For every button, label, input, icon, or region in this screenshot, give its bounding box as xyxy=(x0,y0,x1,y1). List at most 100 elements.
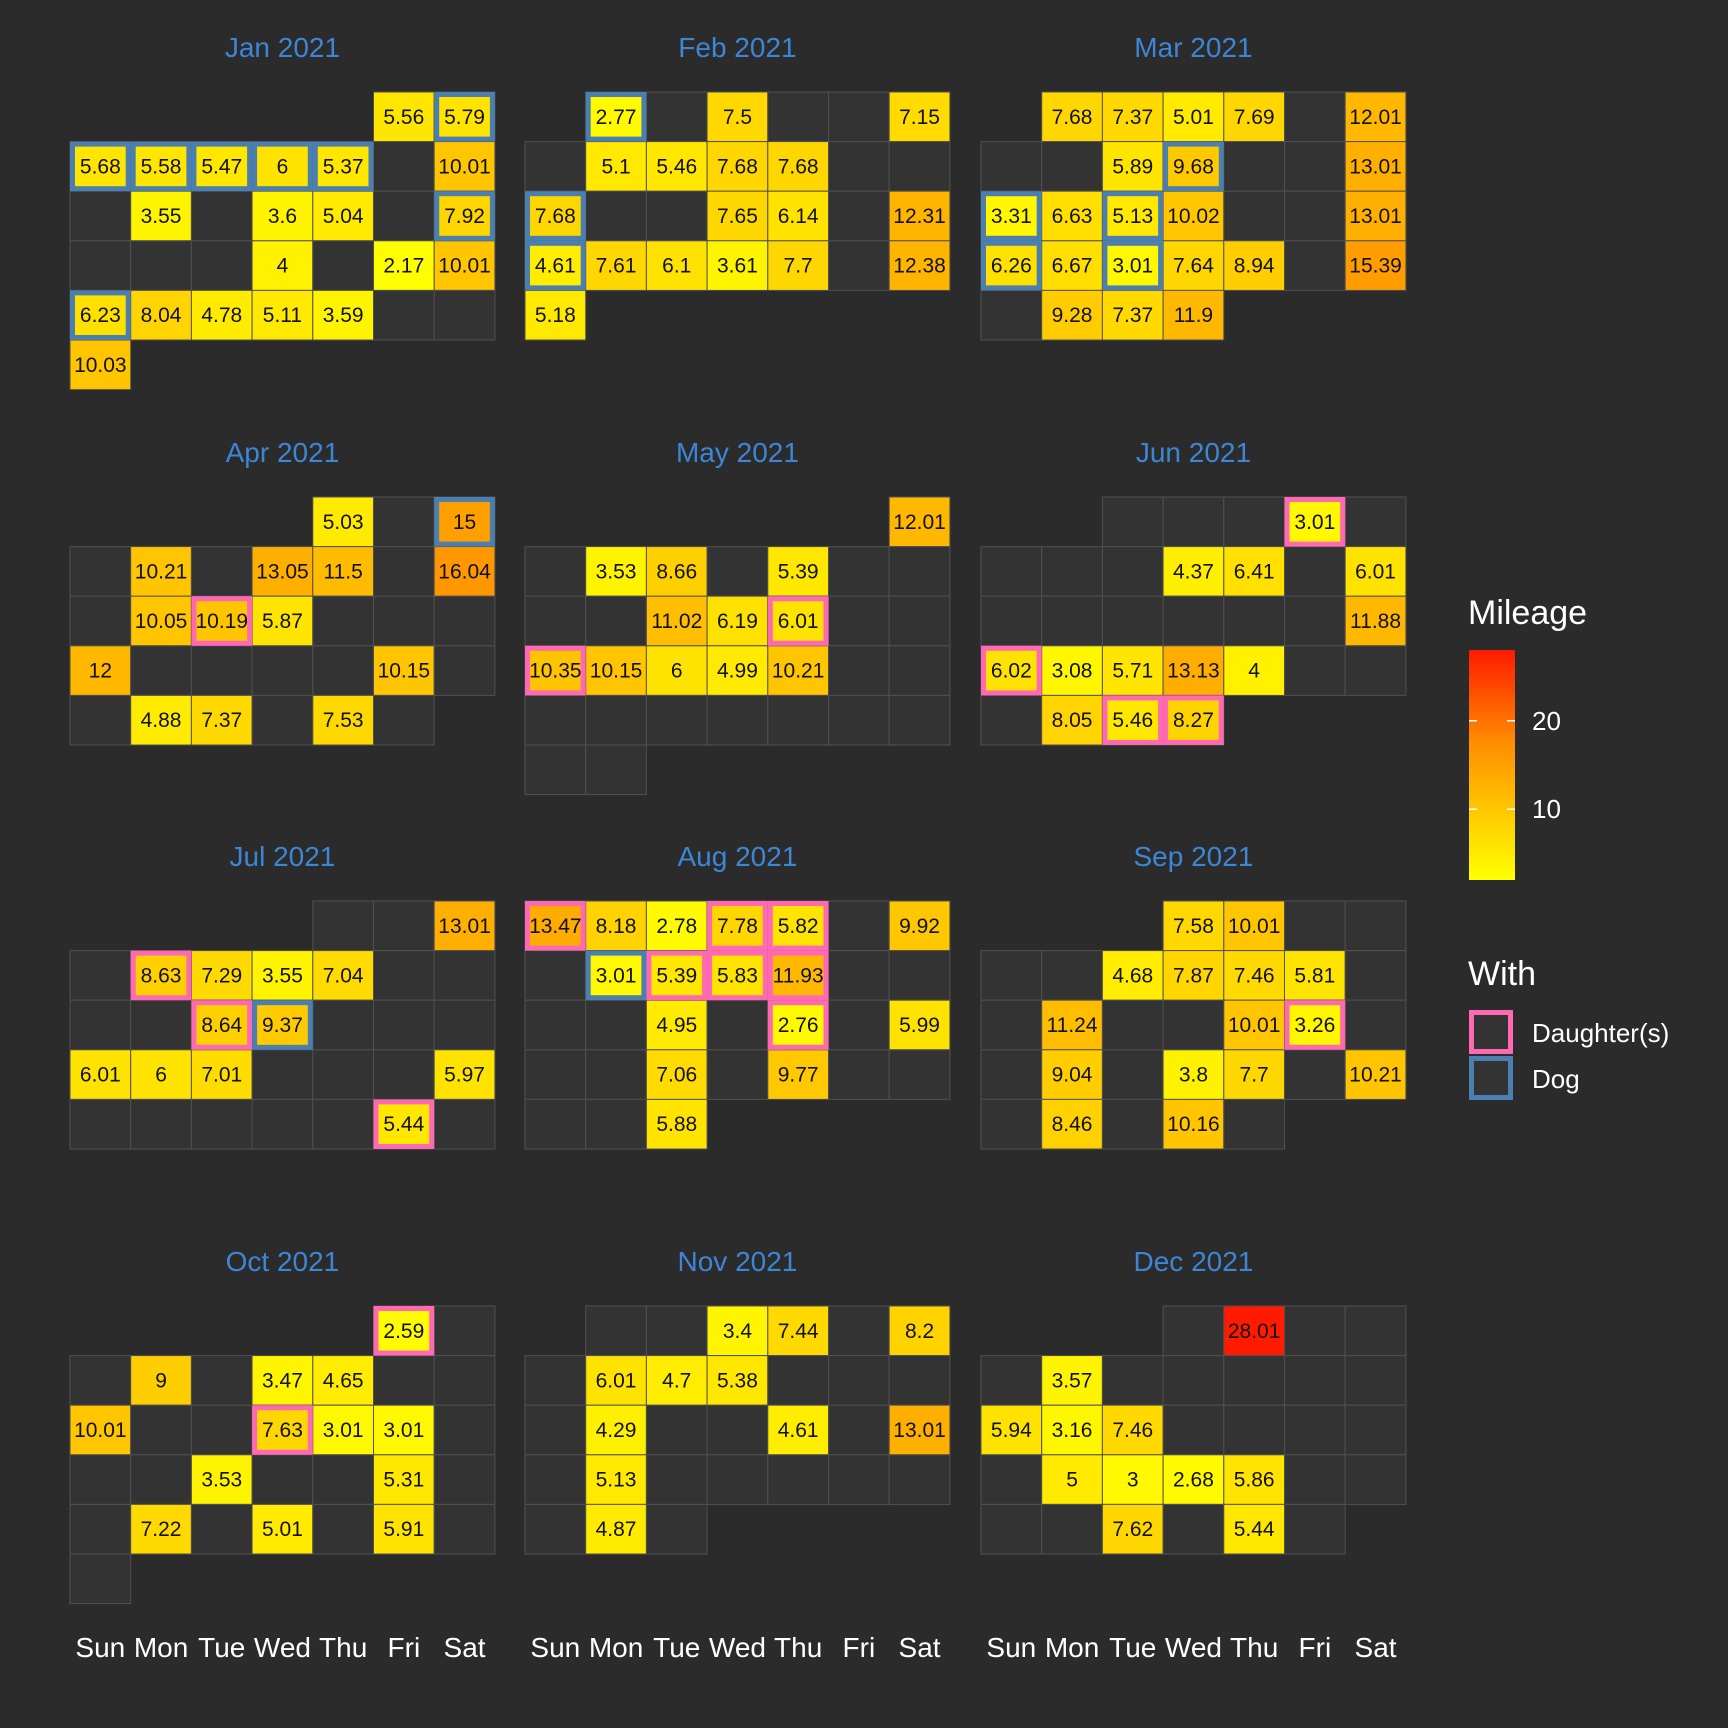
mileage-label: 10.15 xyxy=(378,660,431,683)
day-cell xyxy=(828,999,890,1051)
mileage-label: 13.01 xyxy=(438,915,491,938)
day-cell xyxy=(1101,546,1164,597)
day-cell xyxy=(524,744,587,796)
mileage-label: 7.68 xyxy=(717,155,758,178)
mileage-label: 5.01 xyxy=(262,1518,303,1541)
mileage-label: 3.53 xyxy=(596,560,637,583)
day-cell xyxy=(433,999,496,1051)
mileage-label: 7.7 xyxy=(784,255,813,278)
mileage-label: 5.79 xyxy=(444,106,485,129)
mileage-label: 7.01 xyxy=(201,1064,242,1087)
mileage-label: 7.46 xyxy=(1234,964,1275,987)
mileage-label: 9.77 xyxy=(778,1064,819,1087)
mileage-label: 4.7 xyxy=(662,1369,691,1392)
weekday-label: Sun xyxy=(530,1632,580,1663)
day-cell xyxy=(433,1355,496,1406)
weekday-label: Wed xyxy=(254,1632,311,1663)
mileage-label: 3 xyxy=(1127,1469,1139,1492)
day-cell xyxy=(433,1454,496,1505)
mileage-label: 6.19 xyxy=(717,610,758,633)
mileage-label: 9.92 xyxy=(899,915,940,938)
day-cell xyxy=(706,694,769,746)
day-cell xyxy=(1162,1305,1225,1357)
mileage-label: 10.15 xyxy=(590,660,643,683)
day-cell xyxy=(980,546,1043,597)
mileage-label: 6.01 xyxy=(1355,560,1396,583)
weekday-label: Tue xyxy=(653,1632,700,1663)
mileage-label: 2.68 xyxy=(1173,1469,1214,1492)
day-cell xyxy=(69,1503,132,1555)
day-cell xyxy=(828,694,890,746)
day-cell xyxy=(524,1355,587,1406)
day-cell xyxy=(373,546,435,597)
mileage-label: 7.22 xyxy=(141,1518,182,1541)
mileage-label: 7.61 xyxy=(596,255,637,278)
month-panel: May 2021 12.01 3.53 8.66 5.39 11.02 6.19 6.01 10… xyxy=(524,437,951,796)
mileage-label: 5.44 xyxy=(1234,1518,1275,1541)
day-cell xyxy=(980,1098,1043,1150)
day-cell xyxy=(190,546,253,597)
mileage-label: 8.18 xyxy=(596,915,637,938)
day-cell xyxy=(69,1553,132,1605)
day-cell xyxy=(706,999,769,1051)
mileage-label: 13.01 xyxy=(893,1419,946,1442)
mileage-label: 3.01 xyxy=(1112,255,1153,278)
weekday-label: Fri xyxy=(388,1632,421,1663)
month-panel: Jan 2021 5.56 5.79 5.68 5.58 5.47 6 5.37 10.01 3.… xyxy=(69,32,496,391)
day-cell xyxy=(373,999,435,1051)
mileage-label: 11.5 xyxy=(323,560,362,583)
mileage-label: 7.65 xyxy=(717,205,758,228)
mileage-label: 9 xyxy=(155,1369,167,1392)
day-cell xyxy=(645,694,708,746)
mileage-label: 7.68 xyxy=(778,155,819,178)
mileage-label: 5.82 xyxy=(778,915,819,938)
mileage-label: 8.46 xyxy=(1052,1113,1093,1136)
month-panel: Jun 2021 3.01 4.37 6.41 6.01 11.88 6.02 3.08 5.7… xyxy=(980,437,1407,746)
mileage-label: 6.01 xyxy=(80,1064,121,1087)
mileage-label: 2.76 xyxy=(778,1014,819,1037)
month-title: Jun 2021 xyxy=(1136,437,1251,468)
day-cell xyxy=(1101,999,1164,1051)
mileage-label: 6.41 xyxy=(1234,560,1275,583)
day-cell xyxy=(69,1454,132,1505)
mileage-label: 6 xyxy=(155,1064,167,1087)
day-cell xyxy=(130,1098,192,1150)
weekday-label: Mon xyxy=(589,1632,643,1663)
day-cell xyxy=(251,694,314,746)
month-panel: Dec 2021 28.01 3.57 5.94 3.16 7.46 5 3 2.68 5.86 7… xyxy=(980,1246,1407,1555)
mileage-label: 5.86 xyxy=(1234,1469,1275,1492)
day-cell xyxy=(524,1454,587,1505)
mileage-label: 4.87 xyxy=(596,1518,637,1541)
day-cell xyxy=(828,141,890,192)
legend-entry-label: Dog xyxy=(1532,1064,1580,1094)
day-cell xyxy=(1284,141,1346,192)
mileage-label: 5.39 xyxy=(656,964,697,987)
legend-entry-label: Daughter(s) xyxy=(1532,1018,1669,1048)
day-cell xyxy=(69,1355,132,1406)
mileage-label: 5.47 xyxy=(201,155,242,178)
day-cell xyxy=(585,190,647,242)
day-cell xyxy=(1162,1404,1225,1456)
mileage-label: 5.94 xyxy=(991,1419,1032,1442)
day-cell xyxy=(888,1049,951,1100)
day-cell xyxy=(585,1305,647,1357)
mileage-label: 6.01 xyxy=(778,610,819,633)
month-panel: Aug 2021 13.47 8.18 2.78 7.78 5.82 9.92 3.01 5.3… xyxy=(524,841,951,1150)
day-cell xyxy=(524,950,587,1001)
day-cell xyxy=(1162,1503,1225,1555)
day-cell xyxy=(585,999,647,1051)
legend-key xyxy=(1469,1056,1513,1100)
day-cell xyxy=(69,240,132,291)
day-cell xyxy=(1284,1355,1346,1406)
day-cell xyxy=(1041,546,1103,597)
mileage-label: 4.99 xyxy=(717,660,758,683)
day-cell xyxy=(888,950,951,1001)
mileage-label: 10.21 xyxy=(1349,1064,1402,1087)
day-cell xyxy=(645,1503,708,1555)
day-cell xyxy=(524,1098,587,1150)
day-cell xyxy=(767,1454,829,1505)
day-cell xyxy=(69,546,132,597)
mileage-label: 15 xyxy=(453,511,476,534)
mileage-label: 5.71 xyxy=(1112,660,1153,683)
day-cell xyxy=(524,141,587,192)
